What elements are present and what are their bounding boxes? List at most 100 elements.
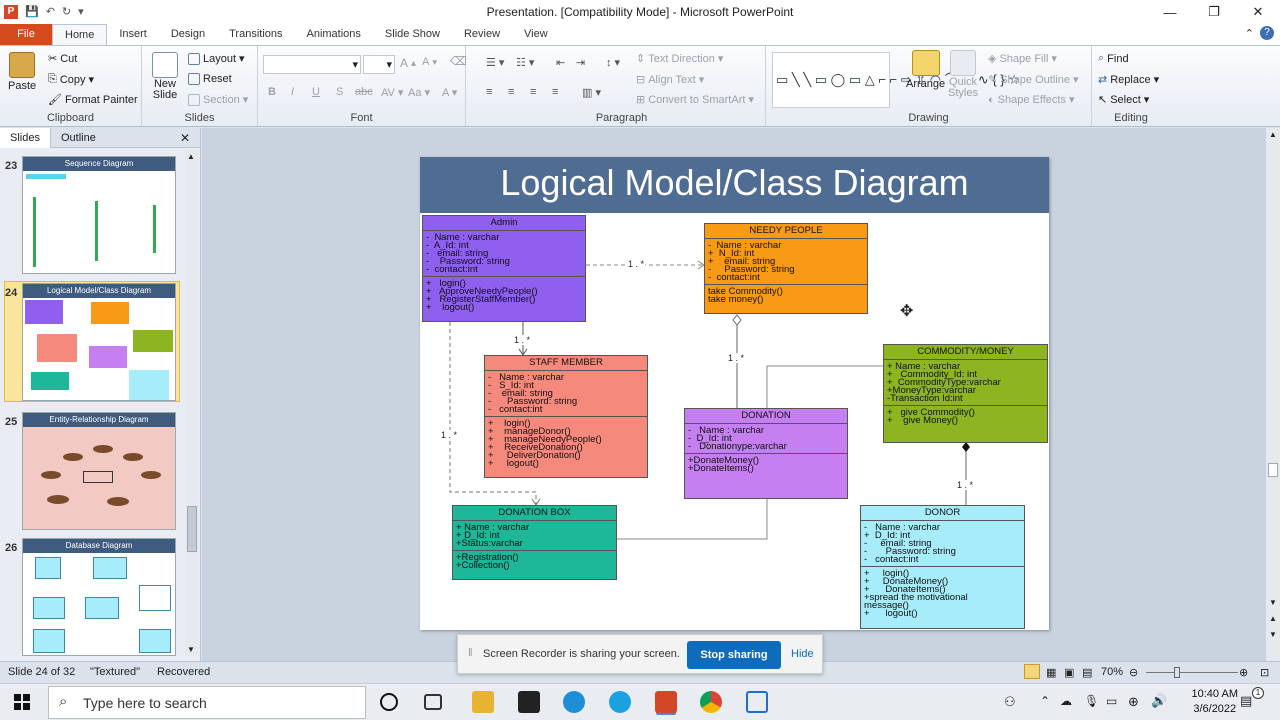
layout-button[interactable]: Layout ▾	[188, 52, 245, 65]
taskbar-search[interactable]: ⌕ Type here to search	[48, 686, 366, 719]
volume-icon[interactable]: 🔊	[1151, 693, 1167, 709]
align-right-button[interactable]: ≡	[530, 86, 536, 98]
file-explorer-icon[interactable]	[472, 691, 494, 713]
font-color-button[interactable]: A ▾	[442, 86, 457, 99]
align-left-button[interactable]: ≡	[486, 86, 492, 98]
shape-effects-button[interactable]: ◐ Shape Effects ▾	[988, 93, 1074, 107]
onedrive-icon[interactable]: ☁	[1060, 694, 1072, 708]
slide-scrollbar[interactable]: ▲ ▼ ▲ ▼	[1266, 128, 1280, 661]
paste-button[interactable]: Paste	[8, 52, 36, 92]
stop-sharing-button[interactable]: Stop sharing	[687, 641, 781, 669]
cortana-icon[interactable]	[380, 693, 398, 711]
customize-qat-icon[interactable]: ▾	[78, 5, 84, 19]
bullets-button[interactable]: ☰ ▾	[486, 56, 504, 69]
scroll-down-icon[interactable]: ▼	[1269, 598, 1277, 607]
shrink-font-button[interactable]: A ▾	[422, 56, 437, 68]
undo-icon[interactable]: ↶	[46, 5, 55, 19]
line-spacing-button[interactable]: ↕ ▾	[606, 56, 620, 69]
help-question-icon[interactable]: ?	[1260, 26, 1274, 40]
tab-slides[interactable]: Slides	[0, 127, 51, 148]
zoom-in-icon[interactable]: ⊕	[1239, 666, 1248, 679]
slide-thumbnail-25[interactable]: Entity-Relationship Diagram	[22, 412, 176, 530]
zoom-slider[interactable]	[1146, 672, 1238, 673]
scroll-thumb[interactable]	[187, 506, 197, 552]
class-box-donation[interactable]: DONATION - Name : varchar - D_Id: int - Don…	[684, 408, 848, 499]
screen-recorder-icon[interactable]	[746, 691, 768, 713]
slide-thumbnail-24[interactable]: Logical Model/Class Diagram	[22, 283, 176, 401]
network-icon[interactable]: ⊕	[1128, 694, 1139, 710]
skype-icon[interactable]	[609, 691, 631, 713]
bold-button[interactable]: B	[268, 86, 276, 98]
tab-transitions[interactable]: Transitions	[217, 24, 294, 45]
font-name-select[interactable]: ▾	[263, 55, 361, 74]
battery-icon[interactable]: ▭	[1106, 694, 1117, 708]
font-size-select[interactable]: ▾	[363, 55, 395, 74]
tab-review[interactable]: Review	[452, 24, 512, 45]
tab-outline[interactable]: Outline	[51, 128, 106, 148]
tab-home[interactable]: Home	[52, 24, 108, 45]
scroll-up-icon[interactable]: ▲	[1269, 130, 1277, 139]
slide-thumbnail-23[interactable]: Sequence Diagram	[22, 156, 176, 274]
save-icon[interactable]: 💾	[25, 5, 39, 19]
shapes-gallery[interactable]: ▭ ╲ ╲ ▭ ◯ ▭ △ ⌐ ⌐ ⇨ ⇧ ◠ ⌒ ⌒ ∿ { } ☆	[772, 52, 1020, 108]
align-center-button[interactable]: ≡	[508, 86, 514, 98]
edge-icon[interactable]	[563, 691, 585, 713]
section-button[interactable]: Section ▾	[188, 93, 248, 106]
tab-animations[interactable]: Animations	[295, 24, 373, 45]
char-spacing-button[interactable]: AV ▾	[381, 86, 403, 99]
tab-file[interactable]: File	[0, 24, 52, 45]
class-box-commodity-money[interactable]: COMMODITY/MONEY + Name : varchar + Commodi…	[883, 344, 1048, 443]
reading-view-icon[interactable]: ▣	[1064, 666, 1074, 679]
maximize-button[interactable]: ❐	[1192, 0, 1236, 24]
slideshow-icon[interactable]: ▤	[1082, 666, 1092, 679]
underline-button[interactable]: U	[312, 86, 320, 98]
hide-button[interactable]: Hide	[791, 648, 814, 660]
cut-button[interactable]: ✂ Cut	[48, 52, 77, 66]
class-box-donation-box[interactable]: DONATION BOX + Name : varchar + D_Id: int +…	[452, 505, 617, 580]
zoom-out-icon[interactable]: ⊖	[1129, 666, 1138, 679]
drag-handle-icon[interactable]: ‖	[468, 647, 473, 659]
italic-button[interactable]: I	[291, 86, 294, 98]
thumbnail-scrollbar[interactable]: ▲ ▼	[185, 150, 199, 656]
minimize-button[interactable]: —	[1148, 0, 1192, 24]
tab-insert[interactable]: Insert	[107, 24, 159, 45]
columns-button[interactable]: ▥ ▾	[582, 86, 601, 99]
class-box-staff-member[interactable]: STAFF MEMBER - Name : varchar - S_Id: int -…	[484, 355, 648, 478]
notification-center-icon[interactable]: ▤	[1240, 693, 1252, 709]
copy-button[interactable]: ⎘ Copy ▾	[48, 73, 94, 86]
arrange-button[interactable]: Arrange	[906, 50, 945, 90]
powerpoint-taskbar-icon[interactable]	[655, 691, 677, 713]
close-button[interactable]: ✕	[1236, 0, 1280, 24]
tab-view[interactable]: View	[512, 24, 560, 45]
people-icon[interactable]: ⚇	[1004, 694, 1016, 710]
replace-button[interactable]: ⇄ Replace ▾	[1098, 73, 1159, 87]
quick-styles-button[interactable]: Quick Styles	[948, 50, 978, 99]
next-slide-icon[interactable]: ▼	[1269, 630, 1277, 639]
scroll-up-icon[interactable]: ▲	[187, 152, 195, 161]
class-box-needy-people[interactable]: NEEDY PEOPLE - Name : varchar + N_Id: int +…	[704, 223, 868, 314]
decrease-indent-button[interactable]: ⇤	[556, 56, 565, 69]
mail-icon[interactable]	[518, 691, 540, 713]
scroll-thumb[interactable]	[1268, 463, 1278, 477]
tab-design[interactable]: Design	[159, 24, 217, 45]
normal-view-icon[interactable]	[1024, 664, 1040, 679]
reset-button[interactable]: Reset	[188, 73, 232, 85]
new-slide-button[interactable]: New Slide	[148, 52, 182, 101]
text-direction-button[interactable]: ⇕ Text Direction ▾	[636, 52, 723, 66]
current-slide[interactable]: Logical Model/Class Diagram 1 . * 1 . * …	[420, 157, 1049, 630]
shape-fill-button[interactable]: ◈ Shape Fill ▾	[988, 52, 1057, 66]
previous-slide-icon[interactable]: ▲	[1269, 614, 1277, 623]
class-box-donor[interactable]: DONOR - Name : varchar + D_Id: int - email:…	[860, 505, 1025, 629]
format-painter-button[interactable]: 🖌 Format Painter	[48, 93, 138, 107]
windows-start-icon[interactable]	[14, 694, 30, 710]
tray-chevron-icon[interactable]: ⌃	[1040, 694, 1050, 708]
zoom-level[interactable]: 70%	[1101, 666, 1123, 678]
shadow-button[interactable]: S	[336, 86, 343, 98]
justify-button[interactable]: ≡	[552, 86, 558, 98]
chrome-icon[interactable]	[700, 691, 722, 713]
pane-close-icon[interactable]: ✕	[170, 128, 200, 148]
grow-font-button[interactable]: A ▴	[400, 56, 416, 70]
help-icon[interactable]: ⌃	[1245, 27, 1254, 40]
numbering-button[interactable]: ☷ ▾	[516, 56, 534, 69]
task-view-icon[interactable]	[424, 694, 442, 710]
